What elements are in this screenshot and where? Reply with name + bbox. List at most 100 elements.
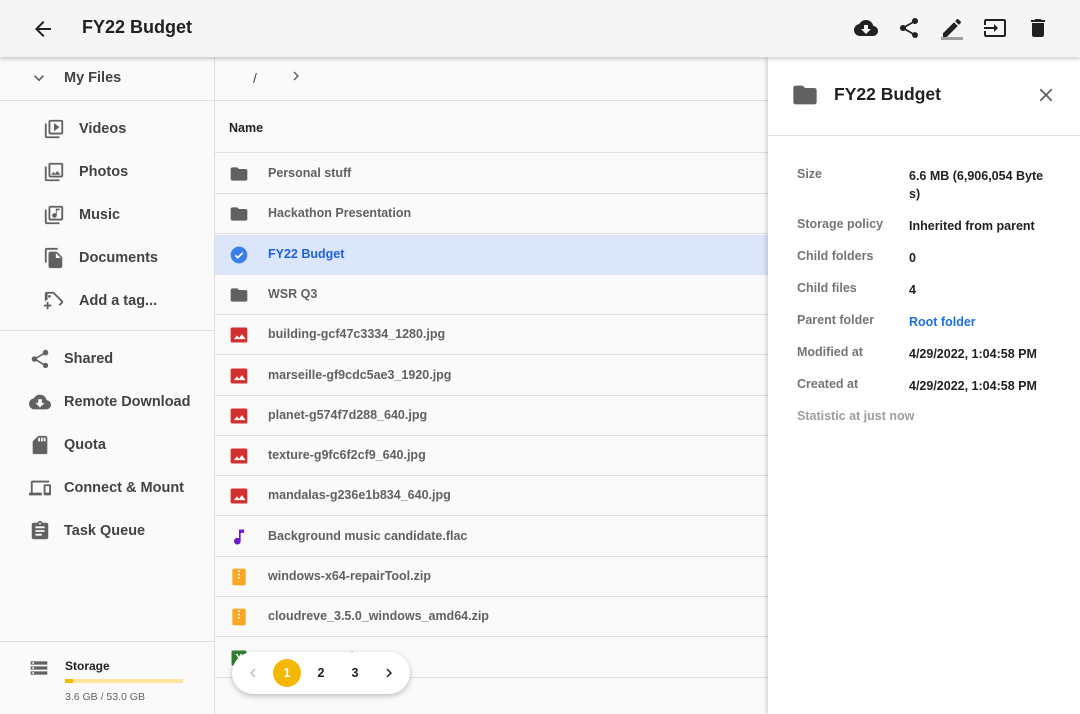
list-header: Name [215,101,768,153]
sidebar-my-files[interactable]: My Files [0,57,214,100]
page-button-3[interactable]: 3 [341,659,369,687]
file-name: Personal stuff [268,166,352,180]
move-icon[interactable] [983,16,1007,40]
file-row[interactable]: FY22 Budget [215,234,768,275]
image-file-icon [229,325,249,345]
documents-icon [44,247,63,269]
image-file-icon [229,366,249,386]
chevron-down-icon[interactable] [29,68,49,88]
sidebar-item-label: My Files [64,70,122,86]
music-library-icon [44,205,64,225]
storage-value: 3.6 GB / 53.0 GB [65,691,145,703]
file-row[interactable]: marseille-gf9cdc5ae3_1920.jpg [215,356,768,396]
sidebar: My Files Videos Photos Music Documents A… [0,57,215,714]
column-header-name[interactable]: Name [229,121,263,135]
file-row[interactable]: building-gcf47c3334_1280.jpg [215,315,768,356]
detail-key: Child folders [797,249,874,263]
cloud-download-icon [29,394,51,410]
file-row[interactable]: cloudreve_3.5.0_windows_amd64.zip [215,597,768,638]
page-button-2[interactable]: 2 [307,659,335,687]
sidebar-item-label: Remote Download [64,394,191,410]
detail-value: 0 [909,251,916,265]
sidebar-item-label: Quota [64,437,106,453]
file-row[interactable]: Hackathon Presentation [215,194,768,235]
file-name: marseille-gf9cdc5ae3_1920.jpg [268,367,452,382]
parent-folder-link[interactable]: Root folder [909,313,1049,331]
storage-icon [30,661,48,675]
details-title: FY22 Budget [834,84,941,104]
detail-key: Size [797,167,823,181]
storage-summary[interactable]: Storage 3.6 GB / 53.0 GB [0,641,214,714]
file-name: WSR Q3 [268,286,318,301]
image-file-icon [229,406,249,426]
folder-icon [229,285,249,305]
details-header: FY22 Budget [768,57,1080,136]
sidebar-item-label: Task Queue [64,523,146,539]
storage-bar-fill [65,679,74,683]
download-icon[interactable] [854,16,878,40]
detail-key: Modified at [797,345,863,359]
image-file-icon [229,446,249,466]
file-name: windows-x64-repairTool.zip [268,569,431,583]
file-row[interactable]: planet-g574f7d288_640.jpg [215,396,768,436]
divider [0,100,214,101]
detail-value: 4 [909,283,916,297]
details-panel: FY22 Budget Size 6.6 MB (6,906,054 Bytes)… [768,57,1080,714]
detail-key: Created at [797,377,859,391]
share-icon [31,349,49,369]
file-row[interactable]: mandalas-g236e1b834_640.jpg [215,476,768,517]
file-row[interactable]: Background music candidate.flac [215,517,768,557]
edit-underline [941,37,963,40]
sidebar-item-label: Add a tag... [79,293,158,309]
file-name: mandalas-g236e1b834_640.jpg [268,488,451,503]
file-row[interactable]: WSR Q3 [215,275,768,315]
chevron-right-icon[interactable] [380,664,398,682]
file-row[interactable]: Personal stuff [215,154,768,194]
folder-icon [229,164,249,184]
selected-check-icon [229,245,249,265]
sidebar-item-photos[interactable]: Photos [0,151,214,194]
zip-file-icon [229,607,249,627]
divider [0,330,214,331]
pagination: 1 2 3 [232,652,410,694]
photo-library-icon [44,162,64,182]
sidebar-item-documents[interactable]: Documents [0,237,214,280]
sidebar-item-remote-download[interactable]: Remote Download [0,381,214,424]
delete-icon[interactable] [1026,16,1050,40]
file-list-area: / Name Personal stuff Hackathon Presentat… [215,57,768,714]
sd-card-icon [32,435,48,455]
statistic-note: Statistic at just now [797,409,915,423]
storage-bar [65,679,183,683]
share-icon[interactable] [897,16,921,40]
sidebar-item-quota[interactable]: Quota [0,424,214,467]
back-arrow-icon[interactable] [31,17,55,41]
page-button-1[interactable]: 1 [273,659,301,687]
sidebar-item-videos[interactable]: Videos [0,108,214,151]
chevron-right-icon[interactable] [287,67,305,85]
storage-label: Storage [65,659,110,673]
chevron-left-icon[interactable] [244,664,262,682]
page-title: FY22 Budget [82,17,193,37]
sidebar-item-music[interactable]: Music [0,194,214,237]
sidebar-item-task-queue[interactable]: Task Queue [0,510,214,553]
file-name: texture-g9fc6f2cf9_640.jpg [268,448,426,463]
breadcrumb-root[interactable]: / [253,70,257,86]
file-name: building-gcf47c3334_1280.jpg [268,327,446,342]
file-name: planet-g574f7d288_640.jpg [268,407,428,422]
zip-file-icon [229,567,249,587]
sidebar-item-add-tag[interactable]: Add a tag... [0,280,214,323]
sidebar-item-connect-mount[interactable]: Connect & Mount [0,467,214,510]
sidebar-item-shared[interactable]: Shared [0,338,214,381]
file-row[interactable]: windows-x64-repairTool.zip [215,557,768,597]
sidebar-item-label: Shared [64,351,114,367]
detail-value: 4/29/2022, 1:04:58 PM [909,347,1037,361]
clipboard-icon [31,520,49,540]
detail-value: Inherited from parent [909,219,1035,233]
add-tag-icon [43,291,64,310]
breadcrumb: / [215,57,768,101]
file-name: Background music candidate.flac [268,528,468,543]
detail-key: Child files [797,281,857,295]
sidebar-item-label: Documents [79,250,158,266]
file-row[interactable]: texture-g9fc6f2cf9_640.jpg [215,436,768,477]
close-icon[interactable] [1035,84,1057,106]
